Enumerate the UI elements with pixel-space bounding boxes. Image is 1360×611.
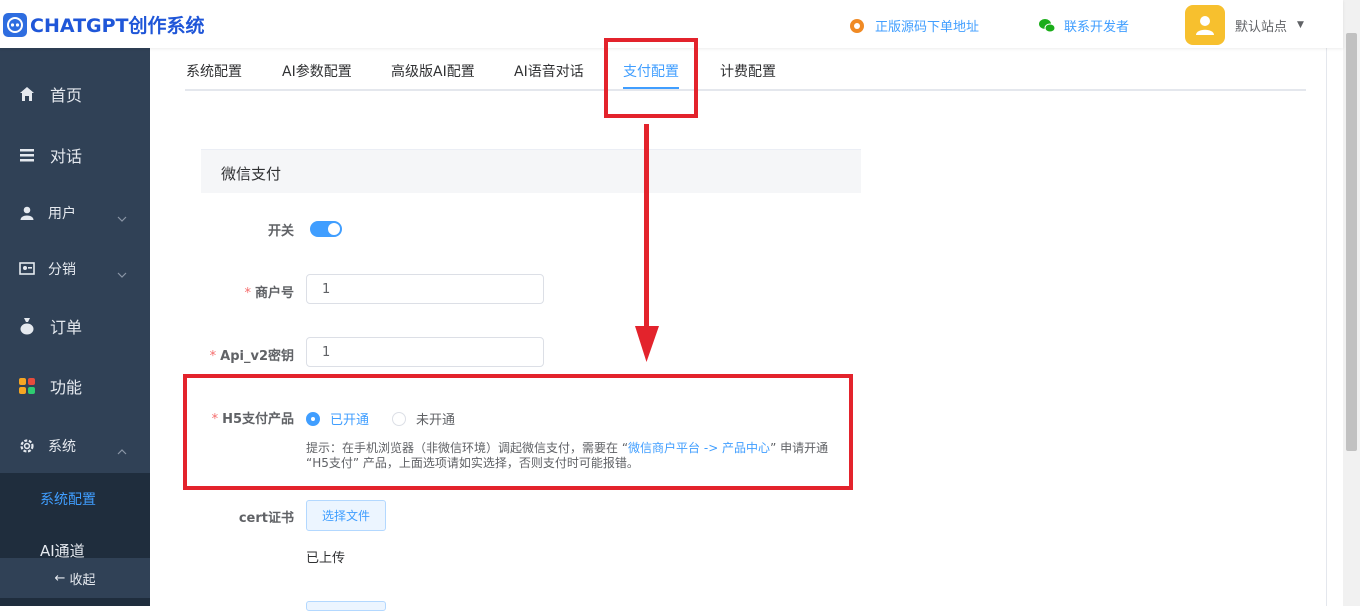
tab-advanced-ai[interactable]: 高级版AI配置 <box>391 61 475 81</box>
collapse-label: 收起 <box>69 572 96 588</box>
annotation-highlight-h5 <box>183 374 853 490</box>
tab-billing-config[interactable]: 计费配置 <box>720 61 776 81</box>
source-code-icon <box>849 18 865 34</box>
chevron-up-icon <box>117 440 127 459</box>
sidebar-item-label: 功能 <box>50 378 83 397</box>
switch-knob <box>328 223 340 235</box>
avatar <box>1185 5 1225 45</box>
sidebar-item-chat[interactable]: 对话 <box>0 125 150 185</box>
required-mark: * <box>244 286 251 301</box>
grid-icon <box>18 377 36 395</box>
scrollbar-thumb[interactable] <box>1346 33 1357 451</box>
contact-developer-label: 联系开发者 <box>1064 20 1130 35</box>
payment-switch[interactable] <box>310 221 342 237</box>
list-icon <box>18 146 36 164</box>
sidebar-item-label: 对话 <box>50 147 83 166</box>
sidebar-item-users[interactable]: 用户 <box>0 183 150 243</box>
choose-file-button[interactable]: 选择文件 <box>306 500 386 531</box>
caret-down-icon: ▼ <box>1297 20 1304 30</box>
tab-system-config[interactable]: 系统配置 <box>186 61 242 81</box>
section-header: 微信支付 <box>201 149 861 193</box>
arrow-left-icon: ← <box>54 570 66 586</box>
sidebar-item-label: 系统 <box>48 439 76 455</box>
source-code-link-label: 正版源码下单地址 <box>875 20 980 35</box>
switch-label-text: 开关 <box>267 224 294 239</box>
logo-text: CHATGPT创作系统 <box>30 15 205 37</box>
upload-status: 已上传 <box>306 551 346 566</box>
sidebar: 首页 对话 用户 分销 订单 功能 系统 系统配置 AI通道 ← 收起 <box>0 48 150 606</box>
annotation-highlight-tab <box>604 38 698 118</box>
distribution-icon <box>18 260 36 278</box>
wechat-icon <box>1038 18 1056 34</box>
cert-label: cert证书 <box>239 507 294 526</box>
user-icon <box>18 204 36 222</box>
api-key-label: * Api_v2密钥 <box>210 345 294 364</box>
sidebar-item-features[interactable]: 功能 <box>0 356 150 416</box>
home-icon <box>18 85 36 103</box>
user-dropdown[interactable]: 默认站点 ▼ <box>1185 5 1304 45</box>
api-key-input[interactable]: 1 <box>306 337 544 367</box>
required-mark: * <box>209 349 217 364</box>
sidebar-item-label: 用户 <box>48 206 76 222</box>
sidebar-subitem-system-config[interactable]: 系统配置 <box>40 489 96 509</box>
cert-label-text: cert证书 <box>238 511 294 526</box>
next-upload-button[interactable] <box>306 601 386 611</box>
api-key-label-text: Api_v2密钥 <box>220 349 294 364</box>
tab-ai-params[interactable]: AI参数配置 <box>282 61 352 81</box>
sidebar-item-home[interactable]: 首页 <box>0 64 150 124</box>
collapse-button[interactable]: ← 收起 <box>0 558 150 598</box>
chevron-down-icon <box>117 207 127 226</box>
user-name: 默认站点 <box>1235 19 1288 35</box>
sidebar-item-label: 首页 <box>50 86 83 105</box>
scrollbar[interactable] <box>1343 0 1360 606</box>
source-code-link[interactable]: 正版源码下单地址 <box>849 16 979 35</box>
mch-id-input[interactable]: 1 <box>306 274 544 304</box>
gear-icon <box>18 437 36 455</box>
sidebar-item-label: 订单 <box>50 318 83 337</box>
chevron-down-icon <box>117 263 127 282</box>
money-bag-icon <box>18 317 36 335</box>
switch-label: 开关 <box>268 220 294 239</box>
mch-id-label: * 商户号 <box>244 282 294 301</box>
card-edge <box>1326 48 1327 606</box>
tab-ai-voice[interactable]: AI语音对话 <box>514 61 584 81</box>
section-title: 微信支付 <box>221 165 282 183</box>
sidebar-item-distribution[interactable]: 分销 <box>0 239 150 299</box>
annotation-arrow <box>635 124 659 362</box>
mch-id-label-text: 商户号 <box>254 286 294 301</box>
sidebar-item-system[interactable]: 系统 <box>0 416 150 476</box>
sidebar-item-orders[interactable]: 订单 <box>0 296 150 356</box>
contact-developer-link[interactable]: 联系开发者 <box>1038 16 1129 35</box>
logo[interactable]: CHATGPT创作系统 <box>3 11 205 38</box>
sidebar-item-label: 分销 <box>48 262 76 278</box>
config-tabs: 系统配置 AI参数配置 高级版AI配置 AI语音对话 支付配置 计费配置 <box>185 48 1306 91</box>
robot-logo-icon <box>3 12 27 37</box>
